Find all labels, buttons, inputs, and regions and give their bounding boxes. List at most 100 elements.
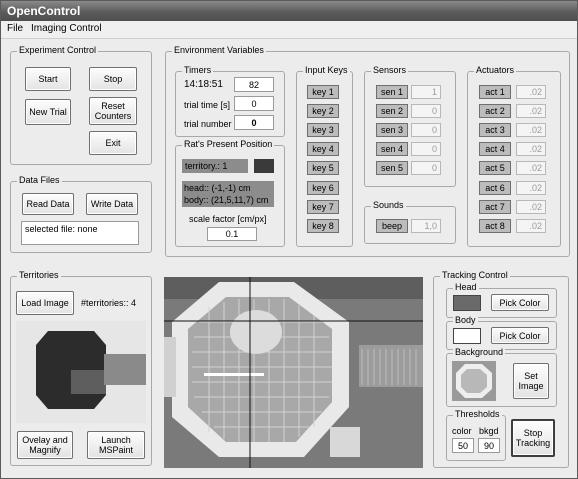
input-key-1[interactable]: key 1 [307, 85, 339, 99]
actuator-1-button[interactable]: act 1 [479, 85, 511, 99]
rat-position-title: Rat's Present Position [182, 139, 275, 149]
input-key-2[interactable]: key 2 [307, 104, 339, 118]
territories-count: #territories:: 4 [81, 298, 137, 308]
timers-title: Timers [182, 65, 214, 75]
input-key-6[interactable]: key 6 [307, 181, 339, 195]
scale-factor-label: scale factor [cm/px] [189, 214, 267, 224]
input-key-4[interactable]: key 4 [307, 142, 339, 156]
selected-file-text: selected file: none [25, 224, 98, 234]
clock-count-field: 82 [234, 77, 274, 92]
data-files-title: Data Files [17, 175, 62, 185]
actuator-2-button[interactable]: act 2 [479, 104, 511, 118]
territory-color-swatch [254, 159, 274, 173]
read-data-button[interactable]: Read Data [22, 193, 74, 215]
exit-button[interactable]: Exit [89, 131, 137, 155]
sensor-2-value: 0 [411, 104, 441, 118]
color-threshold-label: color [452, 426, 472, 436]
actuator-7-value: .02 [516, 200, 546, 214]
actuator-6-value: .02 [516, 181, 546, 195]
camera-view[interactable] [164, 277, 423, 468]
menu-bar: File Imaging Control [1, 21, 577, 39]
clock-time: 14:18:51 [184, 79, 223, 90]
set-image-button[interactable]: Set Image [513, 363, 549, 399]
sensor-3-label: sen 3 [376, 123, 408, 137]
head-body-display: head:: (-1,-1) cm body:: (21,5,11,7) cm [182, 181, 274, 207]
menu-imaging-control[interactable]: Imaging Control [31, 23, 102, 34]
trial-time-label: trial time [s] [184, 100, 231, 110]
territory-map [16, 321, 146, 423]
actuator-5-button[interactable]: act 5 [479, 161, 511, 175]
trial-number-field: 0 [234, 115, 274, 130]
bkgd-threshold-label: bkgd [479, 426, 499, 436]
color-threshold-input[interactable]: 50 [452, 438, 474, 453]
input-key-8[interactable]: key 8 [307, 219, 339, 233]
input-key-7[interactable]: key 7 [307, 200, 339, 214]
load-image-button[interactable]: Load Image [16, 291, 74, 315]
bkgd-threshold-input[interactable]: 90 [478, 438, 500, 453]
actuators-title: Actuators [474, 65, 517, 75]
new-trial-button[interactable]: New Trial [25, 99, 71, 125]
background-title: Background [453, 347, 506, 357]
thresholds-title: Thresholds [453, 409, 502, 419]
beep-value: 1,0 [411, 219, 441, 233]
body-pick-color-button[interactable]: Pick Color [491, 327, 549, 344]
trial-time-field: 0 [234, 96, 274, 111]
sensor-1-value: 1 [411, 85, 441, 99]
territories-title: Territories [17, 270, 61, 280]
actuator-3-button[interactable]: act 3 [479, 123, 511, 137]
body-color-swatch [453, 328, 481, 344]
actuator-2-value: .02 [516, 104, 546, 118]
territory-display: territory.: 1 [182, 159, 248, 173]
actuator-1-value: .02 [516, 85, 546, 99]
menu-file[interactable]: File [7, 23, 23, 34]
actuator-3-value: .02 [516, 123, 546, 137]
sensor-4-value: 0 [411, 142, 441, 156]
territory-map-graphic [16, 321, 146, 423]
beep-button[interactable]: beep [376, 219, 408, 233]
actuator-7-button[interactable]: act 7 [479, 200, 511, 214]
territory-corridor [104, 354, 146, 385]
environment-variables-title: Environment Variables [172, 45, 266, 55]
window-title: OpenControl [7, 4, 81, 18]
input-keys-title: Input Keys [303, 65, 350, 75]
body-title: Body [453, 315, 478, 325]
actuator-6-button[interactable]: act 6 [479, 181, 511, 195]
head-position-text: head:: (-1,-1) cm [184, 183, 251, 193]
background-thumbnail-image [452, 361, 496, 401]
experiment-control-title: Experiment Control [17, 45, 99, 55]
sensor-5-label: sen 5 [376, 161, 408, 175]
input-key-3[interactable]: key 3 [307, 123, 339, 137]
sensor-3-value: 0 [411, 123, 441, 137]
scale-factor-field[interactable]: 0.1 [207, 227, 257, 241]
selected-file-field: selected file: none [21, 221, 139, 245]
head-color-swatch [453, 295, 481, 311]
actuator-4-value: .02 [516, 142, 546, 156]
head-title: Head [453, 282, 479, 292]
actuator-8-button[interactable]: act 8 [479, 219, 511, 233]
head-pick-color-button[interactable]: Pick Color [491, 294, 549, 311]
body-position-text: body:: (21,5,11,7) cm [184, 195, 269, 205]
write-data-button[interactable]: Write Data [86, 193, 138, 215]
camera-image [164, 277, 423, 468]
actuator-4-button[interactable]: act 4 [479, 142, 511, 156]
reset-counters-button[interactable]: Reset Counters [89, 97, 137, 125]
start-button[interactable]: Start [25, 67, 71, 91]
territory-text: territory.: 1 [185, 161, 228, 171]
launch-mspaint-button[interactable]: Launch MSPaint [87, 431, 145, 459]
app-window: OpenControl File Imaging Control Experim… [0, 0, 578, 479]
sensor-1-label: sen 1 [376, 85, 408, 99]
sensor-5-value: 0 [411, 161, 441, 175]
stop-button[interactable]: Stop [89, 67, 137, 91]
sensors-title: Sensors [371, 65, 409, 75]
title-bar: OpenControl [1, 1, 577, 21]
input-key-5[interactable]: key 5 [307, 161, 339, 175]
sensor-4-label: sen 4 [376, 142, 408, 156]
stop-tracking-button[interactable]: Stop Tracking [511, 419, 555, 457]
tracking-control-title: Tracking Control [440, 270, 510, 280]
overlay-magnify-button[interactable]: Ovelay and Magnify [17, 431, 73, 459]
background-thumbnail [452, 361, 496, 401]
sensor-2-label: sen 2 [376, 104, 408, 118]
actuator-5-value: .02 [516, 161, 546, 175]
actuator-8-value: .02 [516, 219, 546, 233]
trial-number-label: trial number [184, 119, 232, 129]
